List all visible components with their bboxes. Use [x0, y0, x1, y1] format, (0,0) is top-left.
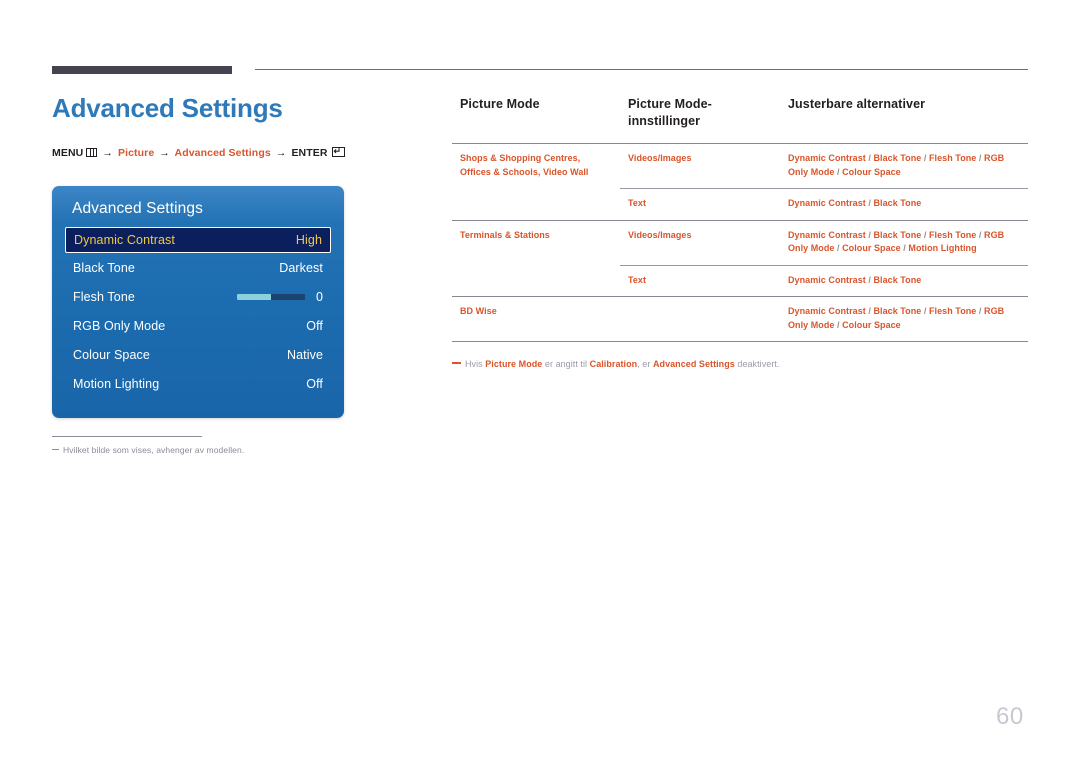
- table-footnote-mid-2: , er: [637, 359, 653, 369]
- enter-key-icon: ↵: [331, 147, 345, 157]
- table-footnote-suffix: deaktivert.: [734, 359, 780, 369]
- column-header-picture-mode: Picture Mode: [460, 97, 540, 111]
- dash-marker-icon: [52, 449, 59, 450]
- page-title: Advanced Settings: [52, 93, 283, 123]
- breadcrumb: MENU → Picture → Advanced Settings → ENTE…: [52, 147, 412, 159]
- osd-item-label: RGB Only Mode: [73, 318, 166, 333]
- cell-picture-mode-settings: Text: [620, 188, 780, 220]
- spec-table: Picture Mode Picture Mode-innstillinger …: [452, 96, 1028, 342]
- cell-picture-mode-settings: Text: [620, 264, 780, 297]
- left-column: Advanced Settings MENU → Picture → Advanc…: [52, 92, 412, 159]
- osd-item-label: Black Tone: [73, 260, 135, 275]
- breadcrumb-enter-label: ENTER: [291, 147, 328, 159]
- osd-item-black-tone[interactable]: Black Tone Darkest: [65, 253, 331, 282]
- table-row: Text Dynamic Contrast / Black Tone: [452, 188, 1028, 221]
- osd-item-value: High: [295, 233, 322, 247]
- cell-picture-mode: [452, 189, 620, 221]
- osd-item-label: Flesh Tone: [73, 289, 135, 304]
- column-header-adjustable-options: Justerbare alternativer: [788, 97, 926, 111]
- table-footnote-mid-1: er angitt til: [542, 359, 590, 369]
- table-footnote-term-3: Advanced Settings: [652, 359, 735, 369]
- osd-item-value: Native: [286, 347, 323, 362]
- dash-marker-icon: [452, 362, 461, 364]
- menu-grid-icon: [86, 148, 98, 157]
- cell-picture-mode: BD Wise: [452, 296, 620, 342]
- osd-item-flesh-tone[interactable]: Flesh Tone 0: [65, 282, 331, 311]
- footnote-text-wrapper: Hvilket bilde som vises, avhenger av mod…: [52, 445, 352, 455]
- spec-table-wrapper: Picture Mode Picture Mode-innstillinger …: [452, 96, 1028, 342]
- cell-adjustable-options: Dynamic Contrast / Black Tone: [780, 264, 1028, 297]
- osd-panel-title: Advanced Settings: [72, 200, 203, 217]
- page-number: 60: [996, 703, 1024, 730]
- breadcrumb-arrow-1: →: [102, 147, 113, 159]
- cell-adjustable-options: Dynamic Contrast / Black Tone / Flesh To…: [780, 219, 1028, 265]
- cell-adjustable-options: Dynamic Contrast / Black Tone / Flesh To…: [780, 296, 1028, 342]
- spec-table-body: Shops & Shopping Centres, Offices & Scho…: [452, 143, 1028, 342]
- table-footnote-term-2: Calibration: [589, 359, 638, 369]
- cell-picture-mode-settings: [620, 296, 780, 342]
- osd-item-value: Darkest: [279, 260, 323, 275]
- cell-picture-mode: [452, 265, 620, 297]
- table-row: BD Wise Dynamic Contrast / Black Tone / …: [452, 296, 1028, 342]
- cell-adjustable-options: Dynamic Contrast / Black Tone / Flesh To…: [780, 143, 1028, 189]
- table-row: Text Dynamic Contrast / Black Tone: [452, 264, 1028, 297]
- table-header-row: Picture Mode Picture Mode-innstillinger …: [452, 96, 1028, 144]
- osd-item-label: Motion Lighting: [73, 376, 160, 391]
- table-row: Shops & Shopping Centres, Offices & Scho…: [452, 143, 1028, 189]
- cell-picture-mode: Terminals & Stations: [452, 219, 620, 265]
- osd-item-slider-group[interactable]: 0: [236, 289, 323, 304]
- header-rule-thick: [52, 66, 232, 74]
- slider-fill: [236, 293, 271, 300]
- osd-item-label: Dynamic Contrast: [74, 233, 175, 247]
- flesh-tone-slider[interactable]: [236, 293, 305, 300]
- breadcrumb-menu-label: MENU: [52, 147, 84, 159]
- table-footnote-term-1: Picture Mode: [485, 359, 543, 369]
- table-footnote-prefix: Hvis: [465, 359, 486, 369]
- cell-picture-mode-settings: Videos/Images: [620, 219, 780, 265]
- breadcrumb-arrow-3: →: [275, 147, 287, 159]
- breadcrumb-item-picture[interactable]: Picture: [118, 147, 154, 159]
- osd-panel: Advanced Settings Dynamic Contrast High …: [52, 186, 344, 418]
- cell-picture-mode: Shops & Shopping Centres, Offices & Scho…: [452, 143, 620, 189]
- osd-item-colour-space[interactable]: Colour Space Native: [65, 340, 331, 369]
- osd-item-value: Off: [306, 318, 323, 333]
- header-rule-thin: [255, 69, 1028, 70]
- left-footnote: Hvilket bilde som vises, avhenger av mod…: [52, 436, 352, 455]
- breadcrumb-arrow-2: →: [159, 147, 170, 159]
- osd-menu-list: Dynamic Contrast High Black Tone Darkest…: [52, 227, 344, 398]
- spec-table-head: Picture Mode Picture Mode-innstillinger …: [452, 96, 1028, 144]
- breadcrumb-item-advanced-settings[interactable]: Advanced Settings: [175, 147, 271, 159]
- cell-picture-mode-settings: Videos/Images: [620, 143, 780, 189]
- table-row: Terminals & Stations Videos/Images Dynam…: [452, 219, 1028, 265]
- column-header-picture-mode-settings: Picture Mode-innstillinger: [628, 97, 712, 128]
- osd-item-motion-lighting[interactable]: Motion Lighting Off: [65, 369, 331, 398]
- osd-item-label: Colour Space: [73, 347, 150, 362]
- left-footnote-text: Hvilket bilde som vises, avhenger av mod…: [63, 445, 245, 455]
- osd-item-dynamic-contrast[interactable]: Dynamic Contrast High: [65, 227, 331, 253]
- osd-item-value: Off: [306, 376, 323, 391]
- footnote-rule: [52, 436, 202, 437]
- osd-item-rgb-only-mode[interactable]: RGB Only Mode Off: [65, 311, 331, 340]
- table-footnote: Hvis Picture Mode er angitt til Calibrat…: [452, 359, 1028, 369]
- cell-adjustable-options: Dynamic Contrast / Black Tone: [780, 188, 1028, 220]
- osd-item-value: 0: [315, 289, 323, 304]
